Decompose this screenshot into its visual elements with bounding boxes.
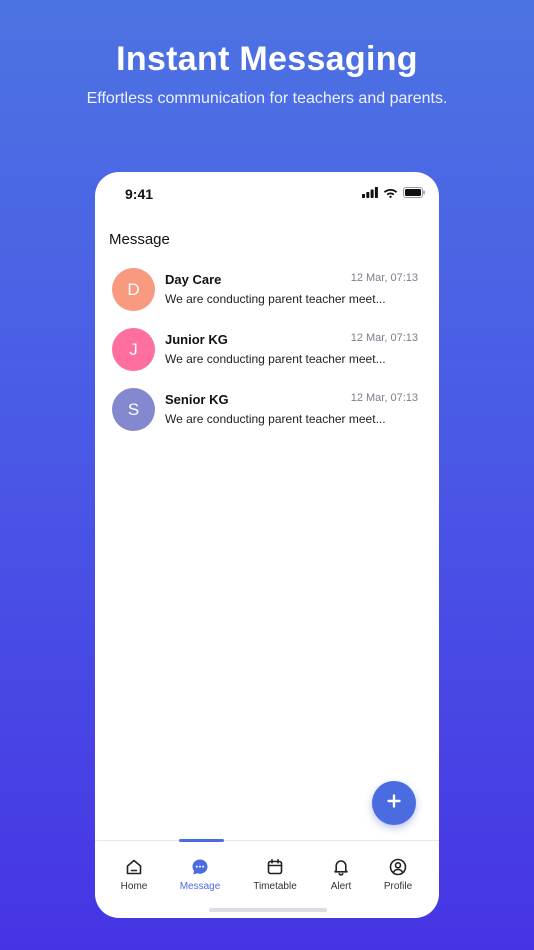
user-circle-icon <box>388 857 408 877</box>
chat-name: Senior KG <box>165 392 229 407</box>
bell-icon <box>331 857 351 877</box>
plus-icon <box>387 793 401 813</box>
chat-time: 12 Mar, 07:13 <box>350 392 418 404</box>
chat-preview: We are conducting parent teacher meet... <box>165 352 386 366</box>
chat-time: 12 Mar, 07:13 <box>350 332 418 344</box>
avatar: S <box>112 388 155 431</box>
nav-item-profile[interactable]: Profile <box>363 841 433 901</box>
home-indicator <box>209 908 327 912</box>
nav-item-timetable[interactable]: Timetable <box>240 841 310 901</box>
chat-bubble-icon <box>190 857 210 877</box>
home-icon <box>124 857 144 877</box>
nav-label: Timetable <box>253 881 297 892</box>
nav-label: Message <box>179 881 221 892</box>
chat-row-day-care[interactable]: D Day Care 12 Mar, 07:13 We are conducti… <box>95 266 439 326</box>
nav-item-home[interactable]: Home <box>99 841 169 901</box>
phone-screen: 9:41 Message D Day Care 12 Mar, 07:13 We… <box>95 172 439 918</box>
nav-label: Profile <box>383 881 413 892</box>
nav-label: Alert <box>330 881 352 892</box>
new-message-button[interactable] <box>372 781 416 825</box>
nav-item-message[interactable]: Message <box>165 841 235 901</box>
nav-label: Home <box>120 881 148 892</box>
status-bar: 9:41 <box>95 172 439 216</box>
chat-preview: We are conducting parent teacher meet... <box>165 292 386 306</box>
hero-subtitle: Effortless communication for teachers an… <box>86 90 448 107</box>
calendar-icon <box>265 857 285 877</box>
chat-row-senior-kg[interactable]: S Senior KG 12 Mar, 07:13 We are conduct… <box>95 386 439 446</box>
status-icons <box>362 185 425 203</box>
chat-name: Day Care <box>165 272 222 287</box>
chat-time: 12 Mar, 07:13 <box>350 272 418 284</box>
chat-list: D Day Care 12 Mar, 07:13 We are conducti… <box>95 266 439 446</box>
avatar: D <box>112 268 155 311</box>
hero-title: Instant Messaging <box>116 40 418 78</box>
signal-icon <box>362 185 378 203</box>
bottom-nav: Home Message Timetable Alert Profile <box>95 841 439 901</box>
chat-row-junior-kg[interactable]: J Junior KG 12 Mar, 07:13 We are conduct… <box>95 326 439 386</box>
screen-title: Message <box>109 231 170 248</box>
chat-preview: We are conducting parent teacher meet... <box>165 412 386 426</box>
status-time: 9:41 <box>125 186 154 202</box>
avatar: J <box>112 328 155 371</box>
wifi-icon <box>383 185 398 203</box>
chat-name: Junior KG <box>165 332 228 347</box>
battery-icon <box>403 185 425 203</box>
